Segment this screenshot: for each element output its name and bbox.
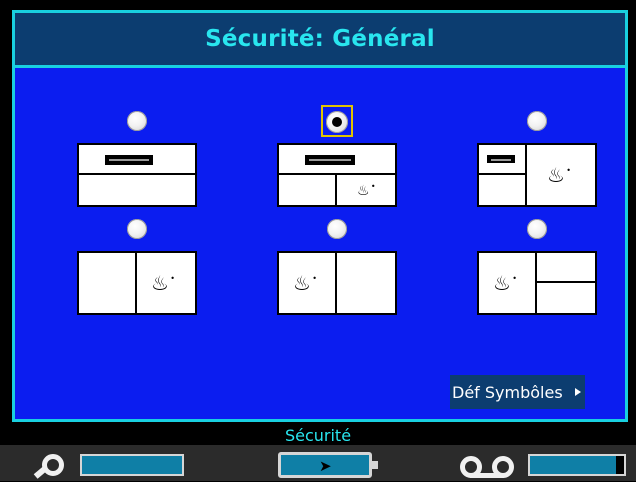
- safety-general-window: Sécurité: Général ♨ • ♨ • ♨ • ♨ • ♨ • Dé…: [12, 10, 628, 422]
- layout-preview-1: [77, 143, 197, 207]
- radio-layout-5[interactable]: [327, 219, 347, 239]
- battery-icon: ➤: [278, 452, 378, 478]
- layout-option-5[interactable]: ♨ •: [277, 219, 397, 319]
- zoom-level-bar: [80, 454, 184, 476]
- tape-cassette-icon: [460, 452, 520, 478]
- layout-preview-3: ♨ •: [477, 143, 597, 207]
- flame-icon: ♨ •: [493, 271, 517, 295]
- layout-preview-2: ♨ •: [277, 143, 397, 207]
- device-screen: Sécurité: Général ♨ • ♨ • ♨ • ♨ • ♨ • Dé…: [0, 0, 636, 481]
- zoom-icon: [33, 452, 70, 482]
- define-symbols-label: Déf Symbôles: [452, 382, 563, 402]
- layout-option-3[interactable]: ♨ •: [477, 111, 597, 211]
- radio-layout-2[interactable]: [326, 111, 348, 133]
- flame-icon: ♨ •: [151, 271, 175, 295]
- arrow-right-icon: [575, 388, 581, 396]
- flame-icon: ♨ •: [547, 163, 571, 187]
- define-symbols-button[interactable]: Déf Symbôles: [450, 375, 585, 409]
- tape-level-bar: [528, 454, 626, 476]
- radio-layout-4[interactable]: [127, 219, 147, 239]
- radio-layout-3[interactable]: [527, 111, 547, 131]
- mode-label: Sécurité: [284, 426, 352, 445]
- layout-option-4[interactable]: ♨ •: [77, 219, 197, 319]
- flame-icon: ♨ •: [357, 182, 376, 199]
- text-bar: [105, 155, 153, 165]
- radio-layout-6[interactable]: [527, 219, 547, 239]
- text-bar: [305, 155, 355, 165]
- layout-option-2[interactable]: ♨ •: [277, 105, 397, 211]
- title-bar: Sécurité: Général: [15, 13, 625, 68]
- layout-preview-4: ♨ •: [77, 251, 197, 315]
- layout-option-1[interactable]: [77, 111, 197, 211]
- text-bar: [487, 155, 515, 163]
- window-title: Sécurité: Général: [205, 26, 435, 52]
- radio-layout-1[interactable]: [127, 111, 147, 131]
- charging-icon: ➤: [319, 457, 332, 475]
- layout-preview-6: ♨ •: [477, 251, 597, 315]
- layout-preview-5: ♨ •: [277, 251, 397, 315]
- flame-icon: ♨ •: [293, 271, 317, 295]
- layout-option-6[interactable]: ♨ •: [477, 219, 597, 319]
